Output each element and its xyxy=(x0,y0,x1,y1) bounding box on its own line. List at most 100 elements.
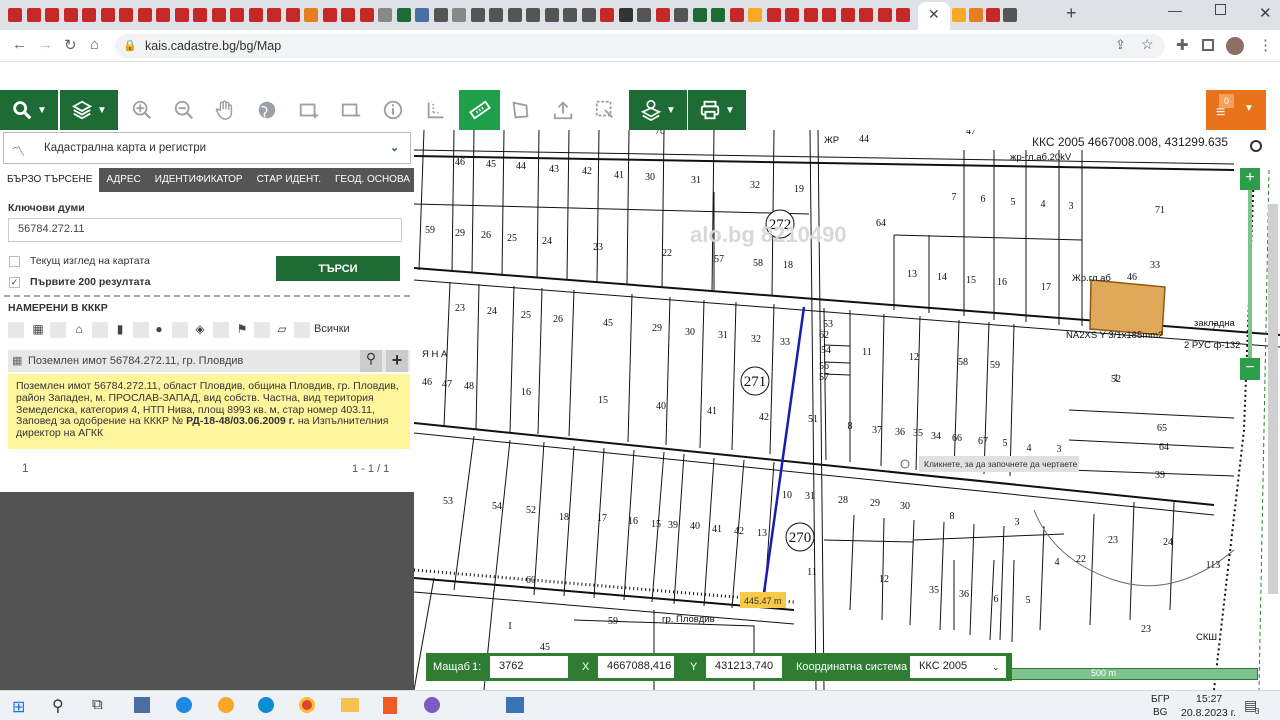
filter-polygon-icon[interactable]: ▱ xyxy=(274,322,290,338)
tab-favicon[interactable] xyxy=(193,8,207,22)
select-area-button[interactable] xyxy=(587,90,623,130)
brave-app-icon[interactable] xyxy=(383,697,397,714)
tab-favicon[interactable] xyxy=(211,8,226,22)
coordinate-system-select[interactable]: ККС 2005 ⌄ xyxy=(910,656,1006,678)
tab-favicon[interactable] xyxy=(489,8,503,22)
app-icon[interactable] xyxy=(218,697,234,713)
tab-favicon[interactable] xyxy=(729,8,744,22)
tab-favicon[interactable] xyxy=(986,8,1000,22)
filter-apartment-icon[interactable]: ▮ xyxy=(112,322,128,338)
filter-building-icon[interactable]: ⌂ xyxy=(71,322,87,338)
extensions-icon[interactable]: ✚ xyxy=(1176,36,1189,54)
tab-favicon[interactable] xyxy=(470,8,485,22)
filter-box[interactable] xyxy=(50,322,66,338)
y-coordinate-input[interactable]: 431213,740 xyxy=(706,656,782,678)
map-refresh-icon[interactable] xyxy=(1250,140,1262,152)
clock-time[interactable]: 15:27 xyxy=(1196,693,1222,705)
tab-favicon[interactable] xyxy=(341,8,355,22)
first-200-checkbox[interactable]: ✓ xyxy=(9,277,20,288)
tab-favicon[interactable] xyxy=(859,8,873,22)
map-scrollbar[interactable] xyxy=(1268,204,1278,594)
tab-favicon[interactable] xyxy=(952,8,966,22)
back-icon[interactable]: ← xyxy=(12,36,27,53)
tab-favicon[interactable] xyxy=(359,8,374,22)
menu-kebab-icon[interactable]: ⋮ xyxy=(1258,36,1273,54)
tab-quick-search[interactable]: БЪРЗО ТЪРСЕНЕ xyxy=(0,168,100,192)
search-button[interactable]: ТЪРСИ xyxy=(276,256,400,281)
filter-box[interactable] xyxy=(254,322,270,338)
tab-favicon[interactable] xyxy=(248,8,263,22)
reload-icon[interactable]: ↻ xyxy=(64,36,77,54)
tab-favicon[interactable] xyxy=(174,8,189,22)
tab-favicon[interactable] xyxy=(156,8,170,22)
tab-favicon[interactable] xyxy=(563,8,577,22)
zoom-slider-track[interactable] xyxy=(1248,190,1252,358)
tab-favicon[interactable] xyxy=(637,8,651,22)
viber-app-icon[interactable] xyxy=(424,697,440,713)
tab-favicon[interactable] xyxy=(285,8,300,22)
edge-app-icon[interactable] xyxy=(258,697,274,713)
active-browser-tab[interactable]: ✕ xyxy=(918,2,950,30)
filter-box[interactable] xyxy=(172,322,188,338)
measure-area-button[interactable] xyxy=(502,90,538,130)
windows-start-icon[interactable]: ⊞ xyxy=(12,697,25,717)
highlighted-parcel[interactable] xyxy=(1089,279,1166,336)
filter-box[interactable] xyxy=(213,322,229,338)
result-header[interactable]: ▦ Поземлен имот 56784.272.11, гр. Пловди… xyxy=(8,350,410,372)
maximize-icon[interactable] xyxy=(1215,4,1226,15)
tab-favicon[interactable] xyxy=(877,8,892,22)
filter-box[interactable] xyxy=(133,322,149,338)
task-view-icon[interactable]: ⧉ xyxy=(92,696,103,713)
language-indicator[interactable]: БГР xyxy=(1151,694,1170,705)
tab-favicon[interactable] xyxy=(8,8,22,22)
tab-favicon[interactable] xyxy=(1003,8,1017,22)
tab-favicon[interactable] xyxy=(230,8,244,22)
layers-tool-button[interactable]: ▼ xyxy=(60,90,118,130)
tab-favicon[interactable] xyxy=(803,8,818,22)
tab-favicon[interactable] xyxy=(544,8,559,22)
filter-grid-icon[interactable]: ▦ xyxy=(30,322,46,338)
bookmark-star-icon[interactable]: ☆ xyxy=(1141,36,1154,53)
filter-box[interactable] xyxy=(92,322,108,338)
address-bar[interactable]: 🔒 kais.cadastre.bg/bg/Map ⇪ ☆ xyxy=(115,34,1165,58)
tab-favicon[interactable] xyxy=(507,8,522,22)
filter-pin-icon[interactable]: ● xyxy=(151,322,167,338)
tab-favicon[interactable] xyxy=(45,8,59,22)
tab-favicon[interactable] xyxy=(267,8,281,22)
skype-app-icon[interactable] xyxy=(176,697,192,713)
clock-date[interactable]: 20.8.2023 г. xyxy=(1181,707,1236,719)
filter-survey-icon[interactable]: ⚑ xyxy=(234,322,250,338)
tab-favicon[interactable] xyxy=(822,8,836,22)
add-result-icon[interactable]: + xyxy=(386,350,408,372)
tab-favicon[interactable] xyxy=(378,8,392,22)
tab-favicon[interactable] xyxy=(896,8,910,22)
close-tab-icon[interactable]: ✕ xyxy=(928,6,940,23)
tab-favicon[interactable] xyxy=(322,8,337,22)
tab-favicon[interactable] xyxy=(304,8,318,22)
photos-app-icon[interactable] xyxy=(506,697,524,713)
tab-favicon[interactable] xyxy=(600,8,614,22)
map-canvas[interactable]: 46 45 44 43 42 41 30 31 32 19647 6 5 4 359 29 26 25 24232… xyxy=(414,130,1280,690)
chrome-app-icon[interactable] xyxy=(299,697,315,713)
tab-favicon[interactable] xyxy=(711,8,725,22)
tab-favicon[interactable] xyxy=(655,8,670,22)
filter-all-box[interactable] xyxy=(8,322,24,338)
tab-favicon[interactable] xyxy=(748,8,762,22)
tab-favicon[interactable] xyxy=(452,8,466,22)
sidepanel-icon[interactable] xyxy=(1202,39,1214,51)
tab-favicon[interactable] xyxy=(692,8,707,22)
tab-favicon[interactable] xyxy=(63,8,78,22)
tab-favicon[interactable] xyxy=(396,8,411,22)
window-close-icon[interactable]: ✕ xyxy=(1259,4,1272,22)
cadastral-map[interactable]: 46 45 44 43 42 41 30 31 32 19 64 7 6 5 4 3 59 29 26 25 24 23 2… xyxy=(414,130,1280,690)
info-button[interactable] xyxy=(375,90,411,130)
tab-favicon[interactable] xyxy=(137,8,152,22)
registry-dropdown[interactable]: 〽 Кадастрална карта и регистри ⌄ xyxy=(3,132,411,164)
map-zoom-out-button[interactable]: − xyxy=(1240,358,1260,380)
profile-avatar[interactable] xyxy=(1226,37,1244,55)
scale-input[interactable]: 3762 xyxy=(490,656,568,678)
tab-favicon[interactable] xyxy=(82,8,96,22)
tab-identifier[interactable]: ИДЕНТИФИКАТОР xyxy=(148,168,250,192)
keywords-input[interactable]: 56784.272.11 xyxy=(8,218,402,242)
layer-info-button[interactable]: ▼ xyxy=(629,90,687,130)
